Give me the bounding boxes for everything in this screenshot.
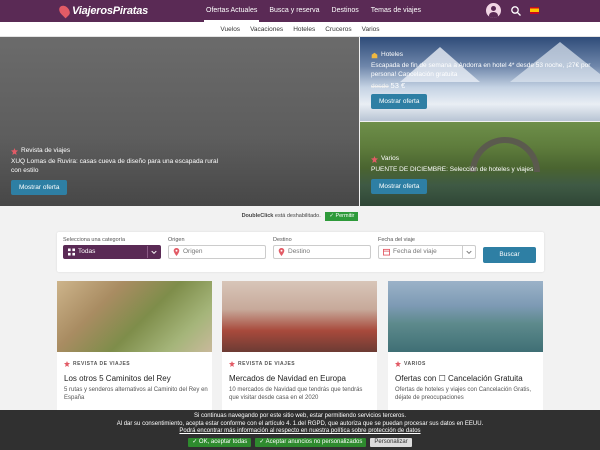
origin-input[interactable]: Origen xyxy=(168,245,266,259)
logo-text: ViajerosPiratas xyxy=(72,5,149,17)
card-category: REVISTA DE VIAJES xyxy=(64,361,130,367)
subnav-vacaciones[interactable]: Vacaciones xyxy=(245,22,288,36)
price-value: 53 € xyxy=(390,81,406,90)
category-select[interactable]: Todas xyxy=(63,245,161,259)
user-avatar[interactable] xyxy=(486,3,501,18)
search-button[interactable]: Buscar xyxy=(483,247,536,263)
ad-blocked-notice: DoubleClick está deshabilitado. ✓ Permit… xyxy=(0,210,600,222)
search-icon[interactable] xyxy=(510,5,522,17)
accept-non-personalized-button[interactable]: ✓ Aceptar anuncios no personalizados xyxy=(255,438,367,447)
destination-input[interactable]: Destino xyxy=(273,245,371,259)
pirate-logo-icon xyxy=(57,3,72,19)
hero-side-bottom-offer-button[interactable]: Mostrar oferta xyxy=(371,179,428,194)
notice-text: está deshabilitado. xyxy=(274,213,321,219)
card-category: VARIOS xyxy=(395,361,426,367)
hero-side-bottom-text: PUENTE DE DICIEMBRE: Selección de hotele… xyxy=(371,166,534,173)
hero-side-bottom-category-label: Varios xyxy=(381,155,399,162)
card-title[interactable]: Ofertas con ☐ Cancelación Gratuita xyxy=(395,374,523,383)
star-badge-icon xyxy=(64,361,70,367)
card-image xyxy=(222,281,377,352)
top-header: ViajerosPiratas Ofertas Actuales Busca y… xyxy=(0,0,600,22)
privacy-policy-link[interactable]: Podrá encontrar más información al respe… xyxy=(179,428,420,434)
subnav-hoteles[interactable]: Hoteles xyxy=(288,22,320,36)
search-panel: Selecciona una categoría Todas Origen Or… xyxy=(57,232,544,272)
cookie-buttons: ✓ OK, aceptar todas ✓ Aceptar anuncios n… xyxy=(0,438,600,447)
allow-button[interactable]: ✓ Permitir xyxy=(325,212,359,221)
date-placeholder: Fecha del viaje xyxy=(393,248,437,255)
nav-temas-de-viajes[interactable]: Temas de viajes xyxy=(365,0,427,22)
destination-field: Destino Destino xyxy=(273,237,371,259)
hero-side-bottom-category: Varios xyxy=(371,155,399,164)
card-title[interactable]: Los otros 5 Caminitos del Rey xyxy=(64,374,171,383)
calendar-icon xyxy=(383,248,390,256)
subnav-vuelos[interactable]: Vuelos xyxy=(215,22,245,36)
hero-side-bottom-offer[interactable]: Varios PUENTE DE DICIEMBRE: Selección de… xyxy=(360,122,600,206)
location-pin-icon xyxy=(278,248,285,256)
cookie-line-2: Al dar su consentimiento, acepta estar c… xyxy=(116,420,484,427)
card-description: 10 mercados de Navidad que tendrás que t… xyxy=(229,387,363,401)
hero-side-top-offer-button[interactable]: Mostrar oferta xyxy=(371,94,428,109)
card-title[interactable]: Mercados de Navidad en Europa xyxy=(229,374,346,383)
card-category: REVISTA DE VIAJES xyxy=(229,361,295,367)
cookie-consent-bar: Si continuas navegando por este sitio we… xyxy=(0,410,600,450)
hero-side-top-text: Escapada de fin de semana a Andorra en h… xyxy=(371,62,591,78)
sub-nav: Vuelos Vacaciones Hoteles Cruceros Vario… xyxy=(0,22,600,37)
site-logo[interactable]: ViajerosPiratas xyxy=(57,3,149,19)
origin-label: Origen xyxy=(168,237,185,243)
article-card[interactable]: REVISTA DE VIAJES Mercados de Navidad en… xyxy=(222,281,377,411)
card-category-label: REVISTA DE VIAJES xyxy=(73,361,131,367)
nav-destinos[interactable]: Destinos xyxy=(326,0,365,22)
nav-busca-y-reserva[interactable]: Busca y reserva xyxy=(263,0,325,22)
subnav-cruceros[interactable]: Cruceros xyxy=(320,22,356,36)
card-description: 5 rutas y senderos alternativos al Camin… xyxy=(64,387,208,401)
hero-side-top-category: Hoteles xyxy=(371,51,403,60)
hero-main-offer[interactable]: Revista de viajes XUQ Lomas de Ruvira: c… xyxy=(0,37,359,206)
category-value: Todas xyxy=(78,248,96,255)
customize-button[interactable]: Personalizar xyxy=(370,438,412,447)
card-description: Ofertas de hoteles y viajes con Cancelac… xyxy=(395,387,532,401)
article-card[interactable]: REVISTA DE VIAJES Los otros 5 Caminitos … xyxy=(57,281,212,411)
hotel-icon xyxy=(371,52,378,59)
article-card[interactable]: VARIOS Ofertas con ☐ Cancelación Gratuit… xyxy=(388,281,543,411)
destination-label: Destino xyxy=(273,237,292,243)
nav-ofertas-actuales[interactable]: Ofertas Actuales xyxy=(200,0,263,22)
main-nav: Ofertas Actuales Busca y reserva Destino… xyxy=(200,0,427,22)
date-select[interactable]: Fecha del viaje xyxy=(378,245,476,259)
hero-main-text: XUQ Lomas de Ruvira: casas cueva de dise… xyxy=(11,158,219,174)
star-badge-icon xyxy=(229,361,235,367)
star-badge-icon xyxy=(11,147,18,155)
hero-side-top-price: desde 53 € xyxy=(371,81,406,92)
hero-main-category: Revista de viajes xyxy=(11,147,70,156)
hero-side-top-category-label: Hoteles xyxy=(381,51,404,58)
card-image xyxy=(57,281,212,352)
grid-icon xyxy=(68,248,75,256)
location-pin-icon xyxy=(173,248,180,256)
notice-brand: DoubleClick xyxy=(241,213,274,219)
hero-main-offer-button[interactable]: Mostrar oferta xyxy=(11,180,68,195)
star-badge-icon xyxy=(395,361,401,367)
price-prefix: desde xyxy=(371,83,389,90)
destination-placeholder: Destino xyxy=(288,248,311,255)
date-label: Fecha del viaje xyxy=(378,237,415,243)
star-badge-icon xyxy=(371,155,378,163)
hero-main-category-label: Revista de viajes xyxy=(21,147,71,154)
card-category-label: REVISTA DE VIAJES xyxy=(238,361,296,367)
chevron-down-icon[interactable] xyxy=(147,246,160,258)
spain-flag-icon[interactable] xyxy=(530,7,539,14)
cookie-line-1: Si continuas navegando por este sitio we… xyxy=(193,413,407,419)
date-field: Fecha del viaje Fecha del viaje xyxy=(378,237,476,259)
chevron-down-icon[interactable] xyxy=(462,246,475,258)
accept-all-button[interactable]: ✓ OK, aceptar todas xyxy=(188,438,252,447)
category-label: Selecciona una categoría xyxy=(63,237,126,243)
category-field: Selecciona una categoría Todas xyxy=(63,237,161,259)
hero-side-top-offer[interactable]: Hoteles Escapada de fin de semana a Ando… xyxy=(360,37,600,121)
card-category-label: VARIOS xyxy=(404,361,426,367)
origin-field: Origen Origen xyxy=(168,237,266,259)
origin-placeholder: Origen xyxy=(183,248,203,255)
subnav-varios[interactable]: Varios xyxy=(357,22,385,36)
card-image xyxy=(388,281,543,352)
